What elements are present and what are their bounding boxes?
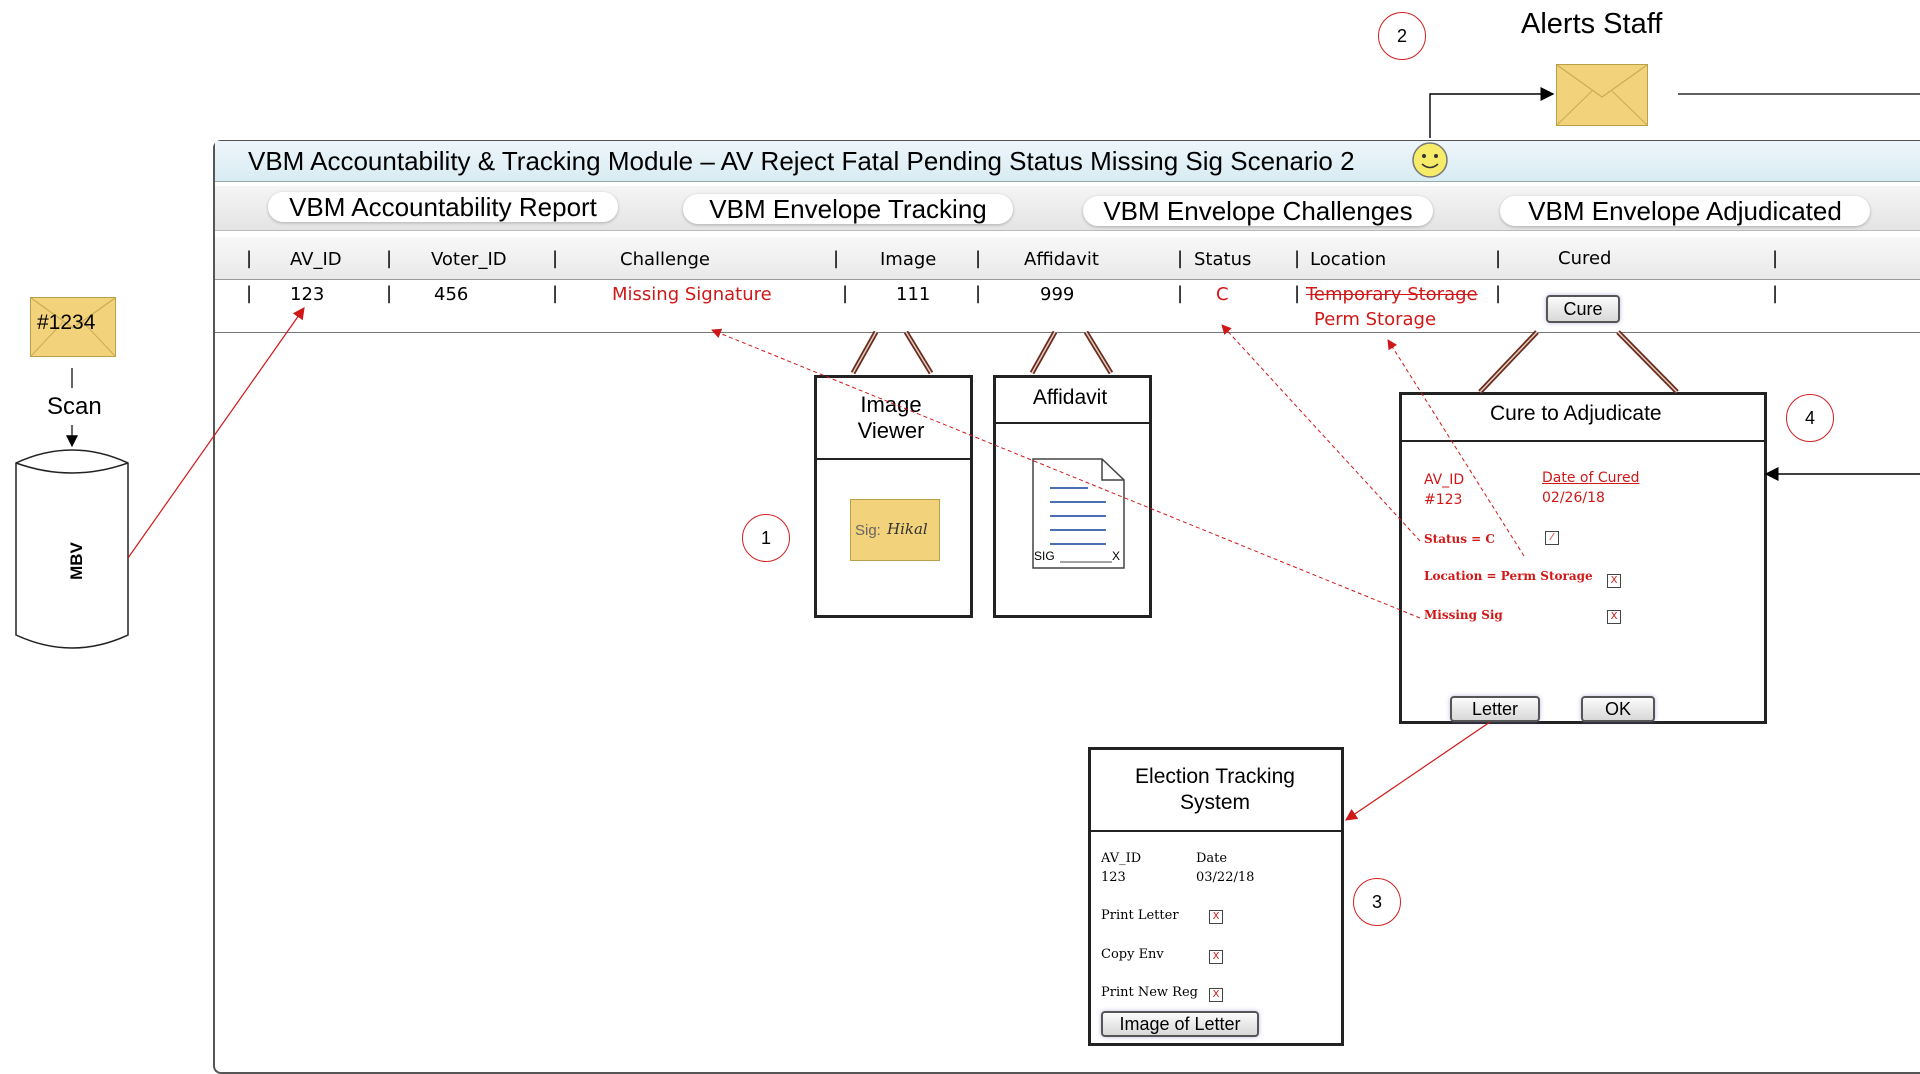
affidavit-x-label: X — [1112, 549, 1121, 563]
scan-label: Scan — [47, 393, 102, 420]
scanned-envelope: #1234 — [30, 297, 116, 357]
ets-copy-env-checkbox[interactable]: X — [1209, 950, 1223, 964]
ets-av-id-value: 123 — [1101, 870, 1126, 885]
col-header-av-id: AV_ID — [290, 249, 342, 270]
tab-envelope-challenges[interactable]: VBM Envelope Challenges — [1083, 196, 1433, 226]
col-sep: | — [1294, 248, 1301, 269]
col-header-affidavit: Affidavit — [1024, 249, 1099, 270]
col-sep: | — [386, 248, 393, 269]
cure-dialog-title: Cure to Adjudicate — [1490, 402, 1662, 425]
ets-print-new-reg-label: Print New Reg — [1101, 985, 1198, 1000]
ets-copy-env-label: Copy Env — [1101, 947, 1164, 962]
affidavit-sig-label: SIG — [1034, 549, 1055, 563]
cell-affidavit: 999 — [1040, 284, 1075, 305]
marker-4: 4 — [1786, 394, 1834, 442]
marker-3: 3 — [1353, 878, 1401, 926]
cure-status-checkbox[interactable]: ⁄ — [1545, 531, 1559, 545]
marker-1: 1 — [742, 514, 790, 562]
cell-status: C — [1216, 284, 1229, 305]
ets-av-id-label: AV_ID — [1101, 851, 1142, 866]
tab-envelope-tracking[interactable]: VBM Envelope Tracking — [683, 194, 1013, 224]
cell-image: 111 — [896, 284, 931, 305]
col-sep: | — [246, 248, 253, 269]
cure-date-value: 02/26/18 — [1542, 490, 1605, 506]
col-header-challenge: Challenge — [620, 249, 710, 270]
cure-av-id-value: #123 — [1424, 492, 1463, 508]
cure-dialog-header-line — [1402, 440, 1764, 442]
image-viewer-title: Image Viewer — [857, 392, 925, 443]
marker-2: 2 — [1378, 12, 1426, 60]
signature-scribble: Hikal — [887, 520, 928, 538]
ets-date-value: 03/22/18 — [1196, 870, 1255, 885]
cure-button[interactable]: Cure — [1546, 295, 1620, 323]
module-title: VBM Accountability & Tracking Module – A… — [248, 146, 1355, 176]
cure-missing-checkbox[interactable]: X — [1607, 610, 1621, 624]
alerts-staff-label: Alerts Staff — [1521, 8, 1663, 40]
cell-av-id: 123 — [290, 284, 325, 305]
cell-voter-id: 456 — [434, 284, 469, 305]
col-header-cured: Cured — [1558, 248, 1612, 269]
col-sep: | — [975, 248, 982, 269]
mbv-database: MBV — [14, 443, 130, 653]
letter-button[interactable]: Letter — [1450, 696, 1540, 722]
image-of-letter-button[interactable]: Image of Letter — [1101, 1011, 1259, 1037]
smiley-icon — [1411, 141, 1449, 179]
col-header-image: Image — [880, 249, 937, 270]
cell-location-old: Temporary Storage — [1306, 284, 1478, 305]
signature-envelope-image: Sig: Hikal — [850, 499, 940, 561]
alert-envelope — [1556, 64, 1648, 126]
col-sep: | — [833, 248, 840, 269]
ets-date-label: Date — [1196, 851, 1228, 866]
cure-location-label: Location = Perm Storage — [1424, 569, 1593, 583]
tab-envelope-adjudicated[interactable]: VBM Envelope Adjudicated — [1500, 196, 1870, 226]
ok-button[interactable]: OK — [1581, 696, 1655, 722]
cell-challenge: Missing Signature — [612, 284, 772, 305]
smiley-to-alerts-arrow — [1429, 87, 1555, 138]
image-viewer-header-line — [817, 458, 970, 460]
col-header-status: Status — [1194, 249, 1252, 270]
col-sep: | — [1772, 248, 1779, 269]
cure-missing-label: Missing Sig — [1424, 608, 1503, 622]
ets-print-letter-label: Print Letter — [1101, 908, 1179, 923]
cure-location-checkbox[interactable]: X — [1607, 574, 1621, 588]
cure-date-label: Date of Cured — [1542, 470, 1640, 486]
envelope-label: #1234 — [37, 311, 96, 334]
col-header-voter-id: Voter_ID — [431, 249, 507, 270]
ets-print-new-reg-checkbox[interactable]: X — [1209, 988, 1223, 1002]
cure-av-id-label: AV_ID — [1424, 472, 1465, 488]
col-sep: | — [1495, 248, 1502, 269]
affidavit-header-line — [996, 422, 1149, 424]
col-header-location: Location — [1310, 249, 1387, 270]
col-sep: | — [552, 248, 559, 269]
cell-location-new: Perm Storage — [1314, 309, 1437, 330]
cure-status-label: Status = C — [1424, 532, 1495, 546]
col-sep: | — [1177, 248, 1184, 269]
ets-title: Election Tracking System — [1135, 765, 1295, 814]
document-icon: SIG X — [1032, 458, 1126, 570]
tab-accountability-report[interactable]: VBM Accountability Report — [268, 192, 618, 222]
sig-label: Sig: — [855, 522, 881, 539]
affidavit-title: Affidavit — [1032, 386, 1108, 409]
ets-print-letter-checkbox[interactable]: X — [1209, 910, 1223, 924]
ets-header-line — [1091, 830, 1341, 832]
database-label: MBV — [66, 542, 86, 580]
mail-icon — [1557, 65, 1647, 125]
